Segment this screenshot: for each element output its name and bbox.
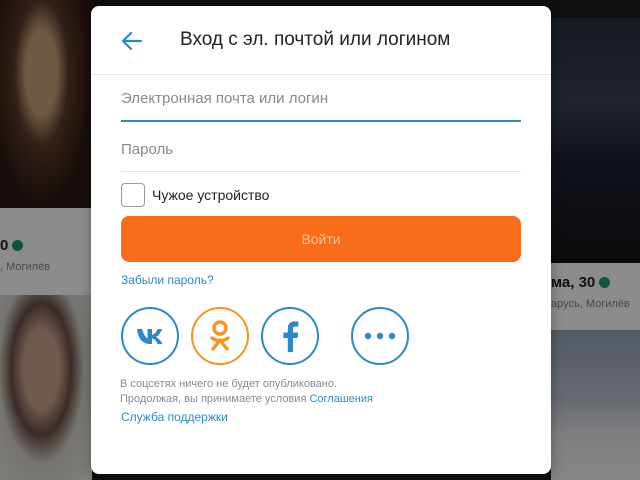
- foreign-device-toggle[interactable]: Чужое устройство: [121, 181, 269, 209]
- dialog-title: Вход с эл. почтой или логином: [180, 29, 451, 50]
- support-link[interactable]: Служба поддержки: [121, 410, 228, 424]
- vk-login-button[interactable]: [121, 307, 179, 365]
- notice-text: В соцсетях ничего не будет опубликовано.: [120, 378, 338, 390]
- forgot-password-link[interactable]: Забыли пароль?: [121, 273, 214, 287]
- more-login-options-button[interactable]: [351, 307, 409, 365]
- foreign-device-label: Чужое устройство: [152, 187, 270, 203]
- legal-notice: В соцсетях ничего не будет опубликовано.…: [120, 377, 373, 407]
- agreement-link[interactable]: Соглашения: [309, 393, 373, 405]
- password-input[interactable]: [121, 127, 521, 172]
- login-button[interactable]: Войти: [121, 216, 521, 262]
- dialog-header: Вход с эл. почтой или логином: [91, 6, 551, 75]
- odnoklassniki-icon: [210, 320, 230, 351]
- odnoklassniki-login-button[interactable]: [191, 307, 249, 365]
- notice-text: Продолжая, вы принимаете условия: [120, 393, 307, 405]
- foreign-device-checkbox[interactable]: [121, 183, 145, 207]
- facebook-login-button[interactable]: [261, 307, 319, 365]
- facebook-icon: [283, 321, 299, 352]
- vk-icon: [137, 329, 163, 344]
- login-dialog: Вход с эл. почтой или логином Чужое устр…: [91, 6, 551, 474]
- back-arrow-icon[interactable]: [121, 30, 143, 52]
- more-icon: [364, 332, 396, 340]
- email-login-input[interactable]: [121, 76, 521, 122]
